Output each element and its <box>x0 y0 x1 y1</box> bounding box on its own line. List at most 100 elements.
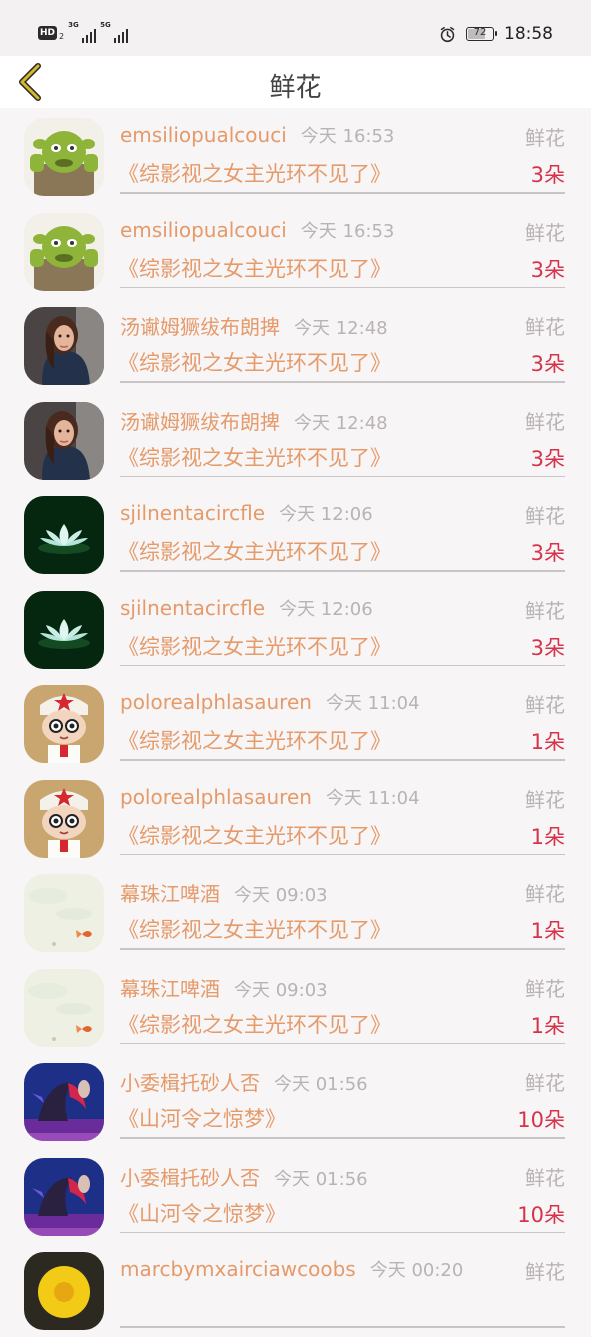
list-item[interactable]: emsiliopualcouci 今天 16:53 鲜花 《综影视之女主光环不见了》 3… <box>0 203 591 298</box>
gift-type-label: 鲜花 <box>525 315 565 339</box>
username-text[interactable]: emsiliopualcouci <box>120 218 287 242</box>
avatar[interactable] <box>24 1157 104 1236</box>
flower-count: 1朵 <box>530 824 565 849</box>
status-bar: HD 2 3G 5G 72 18:58 <box>0 0 591 56</box>
list-item[interactable]: 汤谳姆獗绂布朗捭 今天 12:48 鲜花 《综影视之女主光环不见了》 3朵 <box>0 392 591 487</box>
row-divider <box>120 759 565 761</box>
username[interactable]: sjilnentacircfle 今天 12:06 <box>120 500 373 526</box>
username-text[interactable]: emsiliopualcouci <box>120 123 287 147</box>
username-text[interactable]: 小委楫托砂人否 <box>120 1166 260 1190</box>
avatar[interactable] <box>24 118 104 196</box>
row-divider <box>120 570 565 572</box>
alarm-clock-icon <box>440 26 455 42</box>
username-text[interactable]: marcbymxairciawcoobs <box>120 1257 356 1281</box>
avatar[interactable] <box>24 212 104 291</box>
timestamp: 今天 09:03 <box>234 979 328 1001</box>
book-title-link[interactable]: 《综影视之女主光环不见了》 <box>118 914 391 944</box>
list-item[interactable]: 小委楫托砂人否 今天 01:56 鲜花 《山河令之惊梦》 10朵 <box>0 1053 591 1148</box>
timestamp: 今天 00:20 <box>369 1260 464 1281</box>
username[interactable]: 幕珠江啤酒 今天 09:03 <box>120 878 328 907</box>
book-title-link[interactable]: 《综影视之女主光环不见了》 <box>118 725 391 755</box>
flower-count: 3朵 <box>530 352 565 376</box>
flower-count: 1朵 <box>530 919 565 943</box>
gift-type-label: 鲜花 <box>525 693 565 717</box>
username-text[interactable]: polorealphlasauren <box>120 785 312 809</box>
timestamp: 今天 12:06 <box>279 504 373 525</box>
list-item[interactable]: 幕珠江啤酒 今天 09:03 鲜花 《综影视之女主光环不见了》 1朵 <box>0 959 591 1054</box>
flower-count: 3朵 <box>530 163 565 187</box>
avatar[interactable] <box>24 1063 104 1141</box>
username[interactable]: polorealphlasauren 今天 11:04 <box>120 784 420 810</box>
username-text[interactable]: 汤谳姆獗绂布朗捭 <box>120 315 280 339</box>
row-divider <box>120 1326 565 1328</box>
timestamp: 今天 01:56 <box>274 1074 368 1095</box>
username-text[interactable]: 汤谳姆獗绂布朗捭 <box>120 410 280 434</box>
username[interactable]: 汤谳姆獗绂布朗捭 今天 12:48 <box>120 311 388 340</box>
avatar[interactable] <box>24 496 104 574</box>
username[interactable]: 小委楫托砂人否 今天 01:56 <box>120 1162 368 1191</box>
username[interactable]: polorealphlasauren 今天 11:04 <box>120 689 420 715</box>
list-item[interactable]: polorealphlasauren 今天 11:04 鲜花《综影视之女主光环不见了… <box>0 675 591 770</box>
gift-type-label: 鲜花 <box>525 126 565 150</box>
book-title-link[interactable]: 《综影视之女主光环不见了》 <box>118 536 391 566</box>
username[interactable]: 小委楫托砂人否 今天 01:56 <box>120 1067 368 1096</box>
list-item[interactable]: marcbymxairciawcoobs 今天 00:20 鲜花 <box>0 1242 591 1337</box>
gift-type-label: 鲜花 <box>525 787 565 812</box>
gift-type-label: 鲜花 <box>525 504 565 528</box>
signal-5g-icon: 5G <box>100 21 129 43</box>
book-title-link[interactable]: 《综影视之女主光环不见了》 <box>118 631 391 661</box>
username[interactable]: 幕珠江啤酒 今天 09:03 <box>120 973 328 1002</box>
row-divider <box>120 192 565 194</box>
list-item[interactable]: 幕珠江啤酒 今天 09:03 鲜花 《综影视之女主光环不见了》 1朵 <box>0 864 591 959</box>
book-title-link[interactable]: 《山河令之惊梦》 <box>118 1103 286 1133</box>
username[interactable]: marcbymxairciawcoobs 今天 00:20 <box>120 1256 463 1282</box>
avatar[interactable] <box>24 307 104 385</box>
battery-icon: 72 <box>466 27 497 41</box>
avatar[interactable] <box>24 685 104 763</box>
book-title-link[interactable]: 《综影视之女主光环不见了》 <box>118 442 391 472</box>
username-text[interactable]: 小委楫托砂人否 <box>120 1071 260 1095</box>
username[interactable]: emsiliopualcouci 今天 16:53 <box>120 217 394 243</box>
signal-3g-label: 3G <box>68 21 79 29</box>
row-divider <box>120 1231 565 1233</box>
avatar[interactable] <box>24 401 104 480</box>
signal-5g-label: 5G <box>100 21 111 29</box>
avatar[interactable] <box>24 1252 104 1330</box>
username-text[interactable]: 幕珠江啤酒 <box>120 977 220 1001</box>
row-divider <box>120 948 565 950</box>
timestamp: 今天 16:53 <box>300 220 395 242</box>
list-item[interactable]: sjilnentacircfle 今天 12:06 鲜花 《综影视之女主光环不见了》 3… <box>0 581 591 676</box>
list-item[interactable]: polorealphlasauren 今天 11:04 鲜花《综影视之女主光环不见了… <box>0 770 591 865</box>
timestamp: 今天 12:48 <box>294 412 388 434</box>
signal-3g-icon: 3G <box>68 21 97 43</box>
avatar[interactable] <box>24 590 104 669</box>
navigation-bar: 鲜花 <box>0 56 591 108</box>
username-text[interactable]: polorealphlasauren <box>120 690 312 714</box>
row-divider <box>120 1042 565 1044</box>
list-item[interactable]: 小委楫托砂人否 今天 01:56 鲜花 《山河令之惊梦》 10朵 <box>0 1148 591 1243</box>
list-item[interactable]: emsiliopualcouci 今天 16:53 鲜花《综影视之女主光环不见了》 3… <box>0 108 591 203</box>
battery-percent: 72 <box>473 27 487 38</box>
book-title-link[interactable]: 《综影视之女主光环不见了》 <box>118 820 391 850</box>
list-item[interactable]: 汤谳姆獗绂布朗捭 今天 12:48 鲜花《综影视之女主光环不见了》 3朵 <box>0 297 591 392</box>
book-title-link[interactable]: 《综影视之女主光环不见了》 <box>118 158 391 188</box>
username[interactable]: emsiliopualcouci 今天 16:53 <box>120 122 394 148</box>
avatar[interactable] <box>24 874 104 952</box>
avatar[interactable] <box>24 968 104 1047</box>
username[interactable]: 汤谳姆獗绂布朗捭 今天 12:48 <box>120 406 388 435</box>
book-title-link[interactable]: 《综影视之女主光环不见了》 <box>118 1009 391 1039</box>
row-divider <box>120 286 565 288</box>
username-text[interactable]: sjilnentacircfle <box>120 596 265 620</box>
book-title-link[interactable]: 《综影视之女主光环不见了》 <box>118 253 391 283</box>
list-item[interactable]: sjilnentacircfle 今天 12:06 鲜花 《综影视之女主光环不见了》 3… <box>0 486 591 581</box>
username-text[interactable]: sjilnentacircfle <box>120 501 265 525</box>
book-title-link[interactable]: 《山河令之惊梦》 <box>118 1198 286 1228</box>
flower-gift-list: emsiliopualcouci 今天 16:53 鲜花 《综影视之女主光环不见了》 3… <box>0 108 591 1337</box>
book-title-link[interactable]: 《综影视之女主光环不见了》 <box>118 347 391 377</box>
flower-count: 1朵 <box>530 730 565 754</box>
status-clock: 18:58 <box>504 24 553 44</box>
username[interactable]: sjilnentacircfle 今天 12:06 <box>120 595 373 621</box>
avatar[interactable] <box>24 779 104 858</box>
timestamp: 今天 12:06 <box>279 598 373 620</box>
username-text[interactable]: 幕珠江啤酒 <box>120 882 220 906</box>
